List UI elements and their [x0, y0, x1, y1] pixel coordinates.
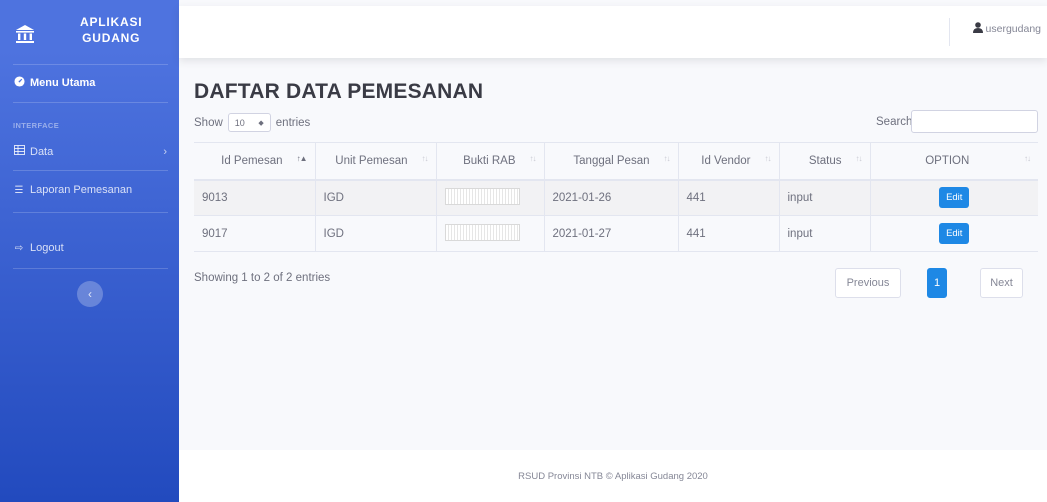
pagination-page-1[interactable]: 1 [927, 268, 947, 298]
sidebar-item-label: Logout [30, 242, 64, 254]
sidebar-divider [13, 212, 168, 213]
cell-tanggal: 2021-01-27 [543, 215, 678, 252]
sidebar-item-laporan[interactable]: ☰ Laporan Pemesanan [13, 184, 133, 196]
topbar-divider [949, 18, 950, 46]
table-row: 9017 IGD 2021-01-27 441 input Edit [194, 215, 1038, 252]
cell-status: input [778, 215, 870, 252]
column-header-label: OPTION [925, 154, 970, 167]
user-icon [972, 22, 983, 36]
column-header-label: Bukti RAB [463, 154, 516, 167]
cell-status: input [778, 179, 870, 216]
brand-text: APLIKASI GUDANG [80, 14, 142, 46]
column-header-label: Id Vendor [701, 154, 751, 167]
column-header-label: Tanggal Pesan [573, 154, 650, 167]
table-row: 9013 IGD 2021-01-26 441 input Edit [194, 179, 1038, 216]
sort-icon: ↑↓ [1024, 154, 1031, 163]
cell-vendor: 441 [677, 215, 779, 252]
entries-select[interactable]: 10 ◆ [227, 113, 271, 132]
sidebar: APLIKASI GUDANG Menu Utama INTERFACE Dat… [0, 0, 179, 502]
show-entries: Show 10 ◆ entries [194, 113, 310, 132]
column-header[interactable]: Status ↑↓ [778, 142, 870, 181]
column-header[interactable]: Id Pemesan ↑▲ [194, 142, 315, 181]
sidebar-brand[interactable]: APLIKASI GUDANG [0, 6, 179, 64]
column-header-label: Status [808, 154, 842, 167]
cell-option: Edit [869, 179, 1038, 216]
topbar: usergudang [179, 6, 1047, 58]
cell-option: Edit [869, 215, 1038, 252]
data-table: Id Pemesan ↑▲ Unit Pemesan ↑↓ Bukti RAB … [194, 142, 1038, 252]
sidebar-divider [13, 102, 168, 103]
cell-unit: IGD [314, 215, 436, 252]
sidebar-toggle-button[interactable]: ‹ [77, 281, 103, 307]
table-header-row: Id Pemesan ↑▲ Unit Pemesan ↑↓ Bukti RAB … [194, 142, 1038, 181]
sort-icon: ↑↓ [663, 154, 671, 163]
cell-bukti-rab [435, 215, 544, 252]
search-label: Search: [876, 116, 916, 128]
entries-label: entries [275, 116, 311, 129]
sidebar-item-data[interactable]: Data [13, 145, 53, 158]
footer-text: RSUD Provinsi NTB © Aplikasi Gudang 2020 [518, 470, 708, 482]
sidebar-item-label: Menu Utama [30, 77, 96, 89]
table-icon [13, 145, 25, 158]
sidebar-item-logout[interactable]: ⇨ Logout [13, 242, 64, 254]
search-input[interactable] [911, 110, 1038, 133]
rab-thumbnail-image[interactable] [444, 187, 520, 205]
bank-icon [16, 25, 34, 43]
pagination-next-button[interactable]: Next [980, 268, 1023, 298]
show-label: Show [194, 116, 223, 129]
sidebar-item-menu-utama[interactable]: Menu Utama [13, 76, 95, 90]
edit-button[interactable]: Edit [939, 187, 970, 209]
column-header[interactable]: OPTION ↑↓ [869, 142, 1038, 181]
cell-unit: IGD [314, 179, 436, 216]
sidebar-item-label: Laporan Pemesanan [30, 184, 133, 196]
entries-value: 10 [234, 117, 245, 128]
sort-icon: ↑↓ [421, 154, 429, 163]
cell-tanggal: 2021-01-26 [543, 179, 678, 216]
table-info: Showing 1 to 2 of 2 entries [194, 272, 331, 284]
sidebar-heading: INTERFACE [13, 121, 60, 130]
page-title: DAFTAR DATA PEMESANAN [194, 80, 484, 103]
column-header-label: Unit Pemesan [335, 154, 408, 167]
rab-thumbnail-image[interactable] [444, 223, 520, 241]
cell-bukti-rab [435, 179, 544, 216]
column-header[interactable]: Bukti RAB ↑↓ [435, 142, 544, 181]
sort-icon: ↑↓ [529, 154, 537, 163]
cell-id: 9017 [194, 215, 315, 252]
sort-icon: ↑↓ [764, 154, 772, 163]
column-header-label: Id Pemesan [221, 154, 283, 167]
cell-vendor: 441 [677, 179, 779, 216]
chevron-right-icon: › [163, 146, 167, 158]
list-icon: ☰ [14, 184, 24, 196]
column-header[interactable]: Unit Pemesan ↑↓ [314, 142, 436, 181]
user-menu[interactable]: usergudang [972, 22, 1041, 36]
username: usergudang [985, 23, 1041, 35]
sort-asc-icon: ↑▲ [296, 154, 308, 163]
sidebar-item-label: Data [30, 145, 54, 158]
column-header[interactable]: Id Vendor ↑↓ [677, 142, 779, 181]
tachometer-icon [13, 76, 25, 90]
sidebar-divider [13, 170, 168, 171]
cell-id: 9013 [194, 179, 315, 216]
sidebar-divider [13, 64, 168, 65]
column-header[interactable]: Tanggal Pesan ↑↓ [543, 142, 678, 181]
sign-out-icon: ⇨ [14, 242, 24, 254]
footer: RSUD Provinsi NTB © Aplikasi Gudang 2020 [179, 450, 1047, 502]
brand-line-2: GUDANG [82, 31, 141, 45]
select-arrows-icon: ◆ [258, 119, 264, 127]
brand-line-1: APLIKASI [80, 15, 143, 29]
sidebar-divider [13, 268, 168, 269]
edit-button[interactable]: Edit [939, 223, 970, 244]
sort-icon: ↑↓ [855, 154, 863, 163]
pagination-previous-button[interactable]: Previous [835, 268, 901, 298]
chevron-left-icon: ‹ [88, 287, 92, 301]
